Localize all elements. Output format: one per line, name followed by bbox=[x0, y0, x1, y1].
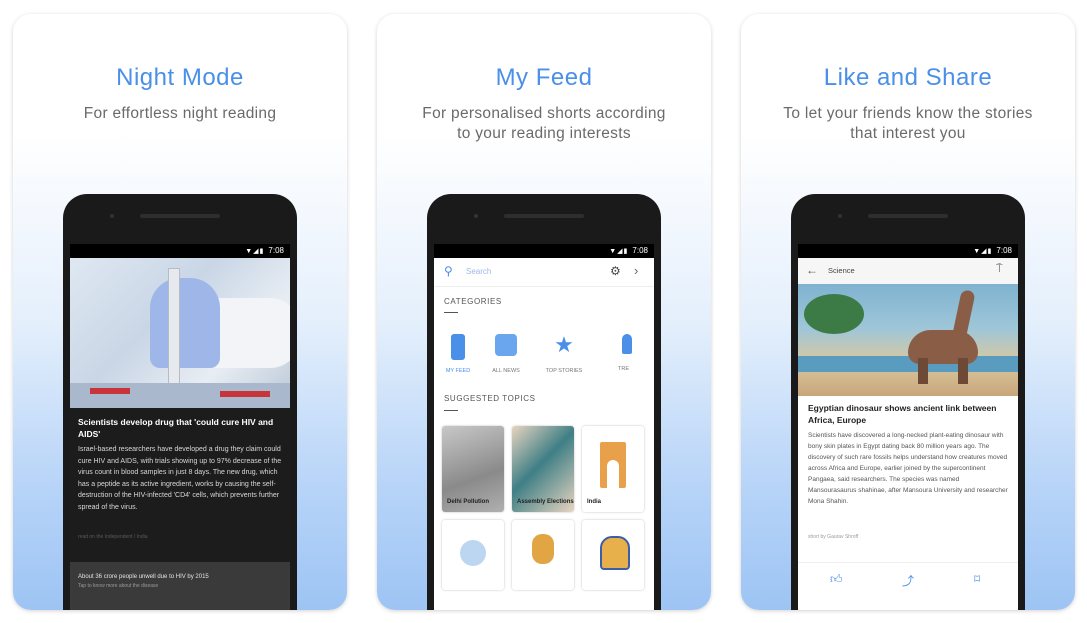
topic-card-india[interactable]: India bbox=[582, 426, 644, 512]
like-icon[interactable]: 👍︎ bbox=[830, 572, 843, 587]
article-source[interactable]: read on the Independent / India bbox=[78, 534, 148, 540]
status-bar: ▼◢▮ 7:08 bbox=[434, 244, 654, 258]
category-label: ALL NEWS bbox=[492, 368, 520, 374]
topic-card[interactable] bbox=[442, 520, 504, 590]
card-subtitle: To let your friends know the stories tha… bbox=[783, 105, 1033, 142]
article-body: Israel-based researchers have developed … bbox=[78, 446, 282, 511]
card-title: Night Mode bbox=[116, 64, 244, 91]
signal-icon: ▼◢▮ bbox=[973, 248, 993, 255]
share-icon[interactable]: ⤴ bbox=[902, 572, 914, 589]
card-subtitle: For effortless night reading bbox=[83, 105, 277, 122]
article-footer[interactable]: About 36 crore people unwell due to HIV … bbox=[70, 562, 290, 610]
category-my-feed[interactable]: MY FEED bbox=[434, 334, 482, 374]
camera-icon bbox=[474, 214, 478, 218]
news-icon bbox=[495, 334, 517, 356]
divider bbox=[444, 312, 458, 313]
topic-label: Delhi Pollution bbox=[447, 499, 489, 505]
bookmark-icon[interactable]: ⌑ bbox=[974, 572, 980, 586]
footer-subtitle: Tap to know more about the disease bbox=[78, 583, 159, 589]
card-subtitle: For personalised shorts according to you… bbox=[422, 105, 666, 142]
category-label: MY FEED bbox=[445, 368, 471, 374]
suggested-topics-heading: SUGGESTED TOPICS bbox=[444, 394, 536, 403]
flame-icon bbox=[622, 334, 632, 354]
speaker-grille bbox=[140, 214, 220, 218]
search-input[interactable]: Search bbox=[466, 267, 491, 276]
topic-card[interactable] bbox=[512, 520, 574, 590]
camera-icon bbox=[110, 214, 114, 218]
article-image bbox=[798, 284, 1018, 396]
topic-label: India bbox=[587, 499, 602, 505]
signal-icon: ▼◢▮ bbox=[609, 248, 629, 255]
status-bar: ▼◢▮ 7:08 bbox=[70, 244, 290, 258]
star-icon: ★ bbox=[554, 332, 574, 357]
card-like-and-share: Like and Share To let your friends know … bbox=[741, 14, 1075, 610]
search-bar[interactable]: ⚲ Search ⚙ › bbox=[434, 258, 654, 287]
phone-screen: ▼◢▮ 7:08 ← Science ⍑ Egyptian dinosaur sh… bbox=[798, 244, 1018, 610]
phone-frame: ▼◢▮ 7:08 Scientists develop drug that 'co… bbox=[63, 194, 297, 610]
article-actions: 👍︎ ⤴ ⌑ bbox=[798, 562, 1018, 597]
speaker-grille bbox=[504, 214, 584, 218]
article-headline: Scientists develop drug that 'could cure… bbox=[78, 417, 274, 439]
category-title: Science bbox=[828, 266, 855, 275]
topic-label: Assembly Elections bbox=[517, 499, 574, 505]
category-top-stories[interactable]: ★ TOP STORIES bbox=[540, 332, 588, 375]
article-headline: Egyptian dinosaur shows ancient link bet… bbox=[808, 403, 997, 425]
article-image bbox=[70, 258, 290, 408]
status-time: 7:08 bbox=[996, 246, 1012, 255]
topic-card-assembly-elections[interactable]: Assembly Elections bbox=[512, 426, 574, 512]
footer-title: About 36 crore people unwell due to HIV … bbox=[78, 574, 209, 580]
phone-screen: ▼◢▮ 7:08 ⚲ Search ⚙ › CATEGORIES MY FEED … bbox=[434, 244, 654, 610]
topic-card[interactable] bbox=[582, 520, 644, 590]
back-arrow-icon[interactable]: ← bbox=[806, 263, 818, 277]
camera-icon bbox=[838, 214, 842, 218]
article-body: Scientists have discovered a long-necked… bbox=[808, 432, 1008, 505]
card-my-feed: My Feed For personalised shorts accordin… bbox=[377, 14, 711, 610]
card-title: Like and Share bbox=[823, 64, 993, 91]
status-time: 7:08 bbox=[632, 246, 648, 255]
category-label: TOP STORIES bbox=[545, 368, 583, 374]
search-icon: ⚲ bbox=[444, 264, 453, 278]
article-top-bar: ← Science ⍑ bbox=[798, 258, 1018, 284]
phone-frame: ▼◢▮ 7:08 ⚲ Search ⚙ › CATEGORIES MY FEED … bbox=[427, 194, 661, 610]
categories-heading: CATEGORIES bbox=[444, 297, 502, 306]
category-all-news[interactable]: ALL NEWS bbox=[482, 334, 530, 374]
divider bbox=[444, 410, 458, 411]
phone-screen: ▼◢▮ 7:08 Scientists develop drug that 'co… bbox=[70, 244, 290, 610]
card-night-mode: Night Mode For effortless night reading … bbox=[13, 14, 347, 610]
status-time: 7:08 bbox=[268, 246, 284, 255]
chevron-right-icon[interactable]: › bbox=[634, 263, 638, 278]
topic-card-delhi-pollution[interactable]: Delhi Pollution bbox=[442, 426, 504, 512]
gear-icon[interactable]: ⚙ bbox=[610, 264, 621, 278]
article-source: short by Gaurav Shroff bbox=[808, 534, 859, 540]
status-bar: ▼◢▮ 7:08 bbox=[798, 244, 1018, 258]
category-trending[interactable]: TRE bbox=[618, 334, 648, 372]
pin-icon[interactable]: ⍑ bbox=[996, 263, 1003, 276]
signal-icon: ▼◢▮ bbox=[245, 248, 265, 255]
card-title: My Feed bbox=[495, 64, 593, 91]
phone-icon bbox=[451, 334, 465, 360]
speaker-grille bbox=[868, 214, 948, 218]
category-label: TRE bbox=[618, 366, 629, 372]
phone-frame: ▼◢▮ 7:08 ← Science ⍑ Egyptian dinosaur sh… bbox=[791, 194, 1025, 610]
